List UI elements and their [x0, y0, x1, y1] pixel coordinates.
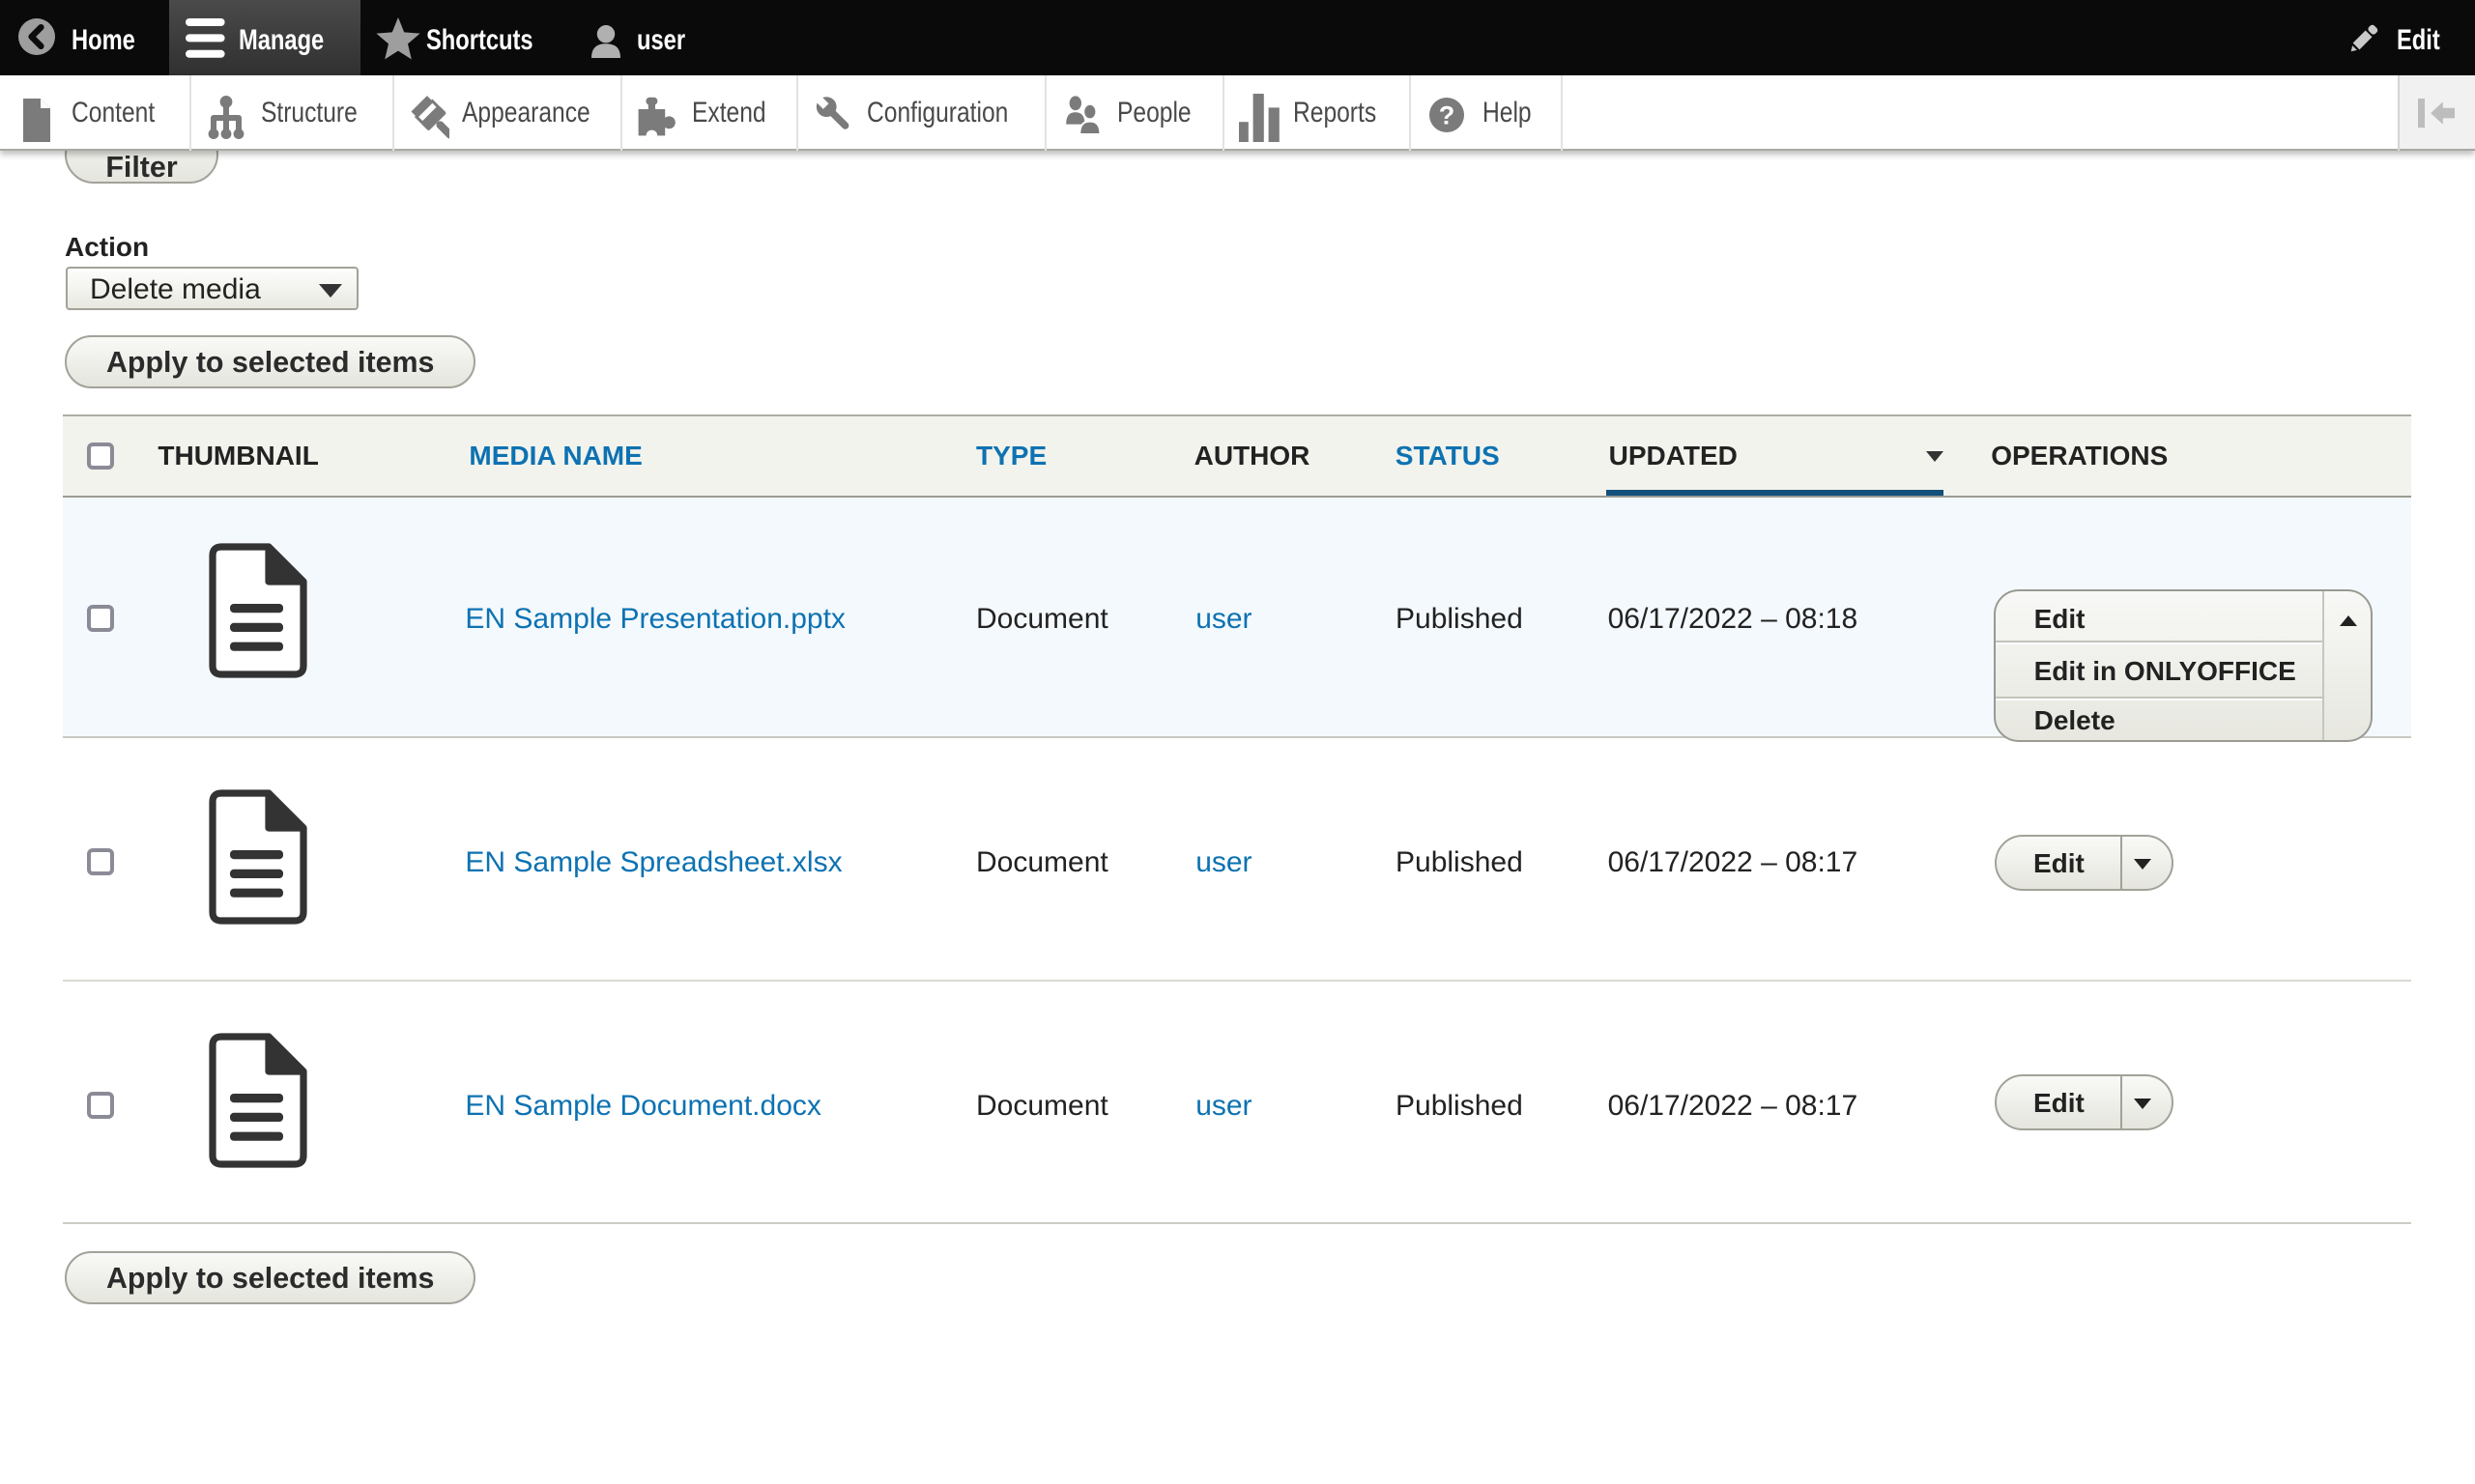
svg-text:?: ?: [1439, 101, 1455, 130]
